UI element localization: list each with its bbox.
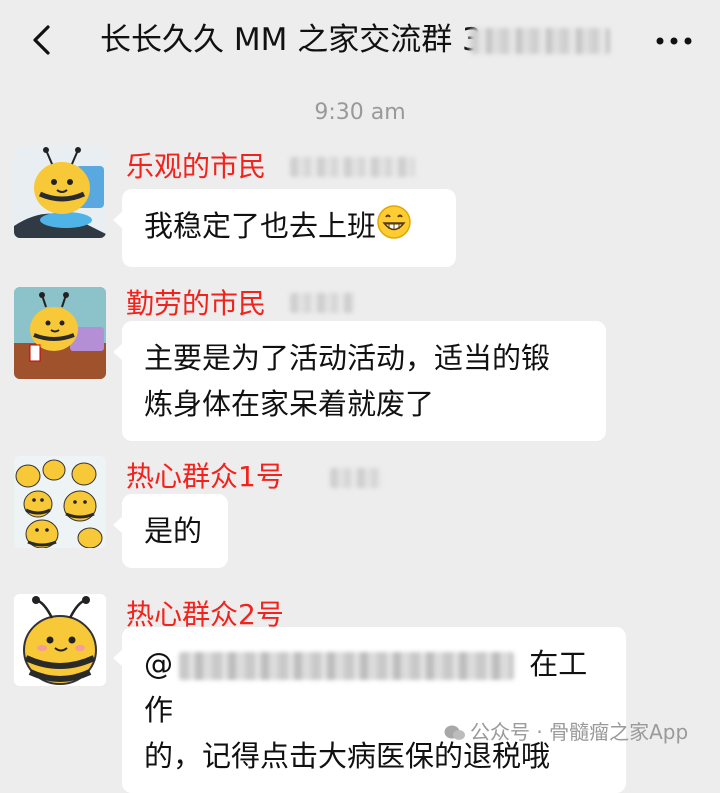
avatar[interactable] [14, 456, 106, 548]
message-bubble[interactable]: 主要是为了活动活动，适当的锻 炼身体在家呆着就废了 [113, 321, 606, 441]
chat-header: 长长久久 MM 之家交流群 3 [0, 0, 720, 80]
chat-title: 长长久久 MM 之家交流群 3 [100, 22, 482, 58]
avatar[interactable] [14, 287, 106, 379]
blurred-title-suffix [470, 28, 610, 54]
message-text-line: 炼身体在家呆着就废了 [144, 387, 435, 421]
blurred-name-suffix [290, 157, 415, 177]
back-arrow-icon[interactable] [26, 22, 62, 58]
grinning-face-emoji-icon [376, 204, 412, 253]
message-text: 是的 [144, 514, 203, 548]
message-bubble[interactable]: 是的 [113, 494, 228, 568]
message-bubble[interactable]: 我稳定了也去上班 [113, 189, 456, 267]
avatar[interactable] [14, 594, 106, 686]
watermark: 公众号 · 骨髓瘤之家App [444, 716, 688, 745]
blurred-name-suffix [290, 293, 354, 313]
blurred-mention [179, 652, 514, 680]
message-text-line: 主要是为了活动活动，适当的锻 [144, 341, 551, 375]
message-bubble[interactable]: @ 在工作 的，记得点击大病医保的退税哦 [113, 627, 626, 793]
sender-name: 乐观的市民 [126, 150, 267, 183]
more-options-icon[interactable] [652, 26, 696, 56]
message-text: 我稳定了也去上班 [144, 209, 377, 243]
mention-at-sign: @ [144, 647, 173, 681]
sender-name: 勤劳的市民 [126, 287, 267, 320]
sender-name: 热心群众1号 [126, 460, 284, 493]
wechat-icon [444, 725, 465, 740]
message-timestamp: 9:30 am [314, 100, 406, 125]
avatar[interactable] [14, 146, 106, 238]
blurred-name-suffix [330, 468, 382, 488]
watermark-text: 公众号 · 骨髓瘤之家App [470, 720, 689, 744]
